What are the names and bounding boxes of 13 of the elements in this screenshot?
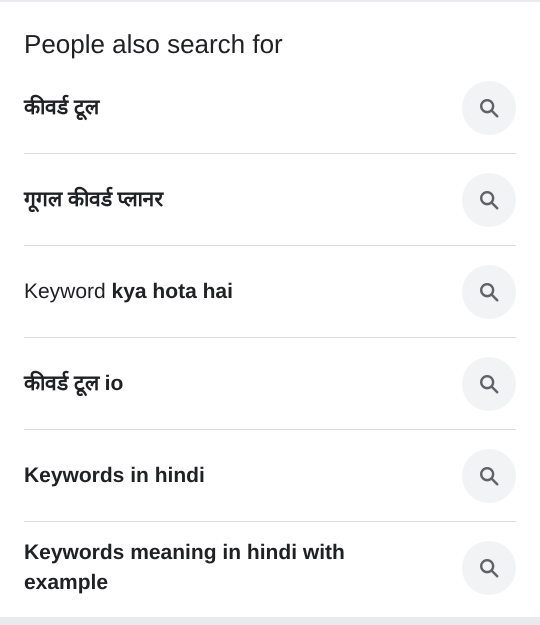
search-icon [478,372,500,394]
search-icon [478,464,500,486]
suggestion-link[interactable]: गूगल कीवर्ड प्लानर [24,184,462,214]
suggestion-link[interactable]: Keyword kya hota hai [24,276,462,306]
suggestion-link[interactable]: कीवर्ड टूल io [24,368,462,398]
search-icon [478,188,500,210]
suggestion-link[interactable]: Keywords meaning in hindi with example [24,538,462,598]
suggestion-link[interactable]: कीवर्ड टूल [24,92,462,122]
search-icon [478,280,500,302]
suggestion-link[interactable]: Keywords in hindi [24,460,462,490]
section-title: People also search for [24,28,284,61]
search-icon [478,96,500,118]
search-icon [478,557,500,579]
